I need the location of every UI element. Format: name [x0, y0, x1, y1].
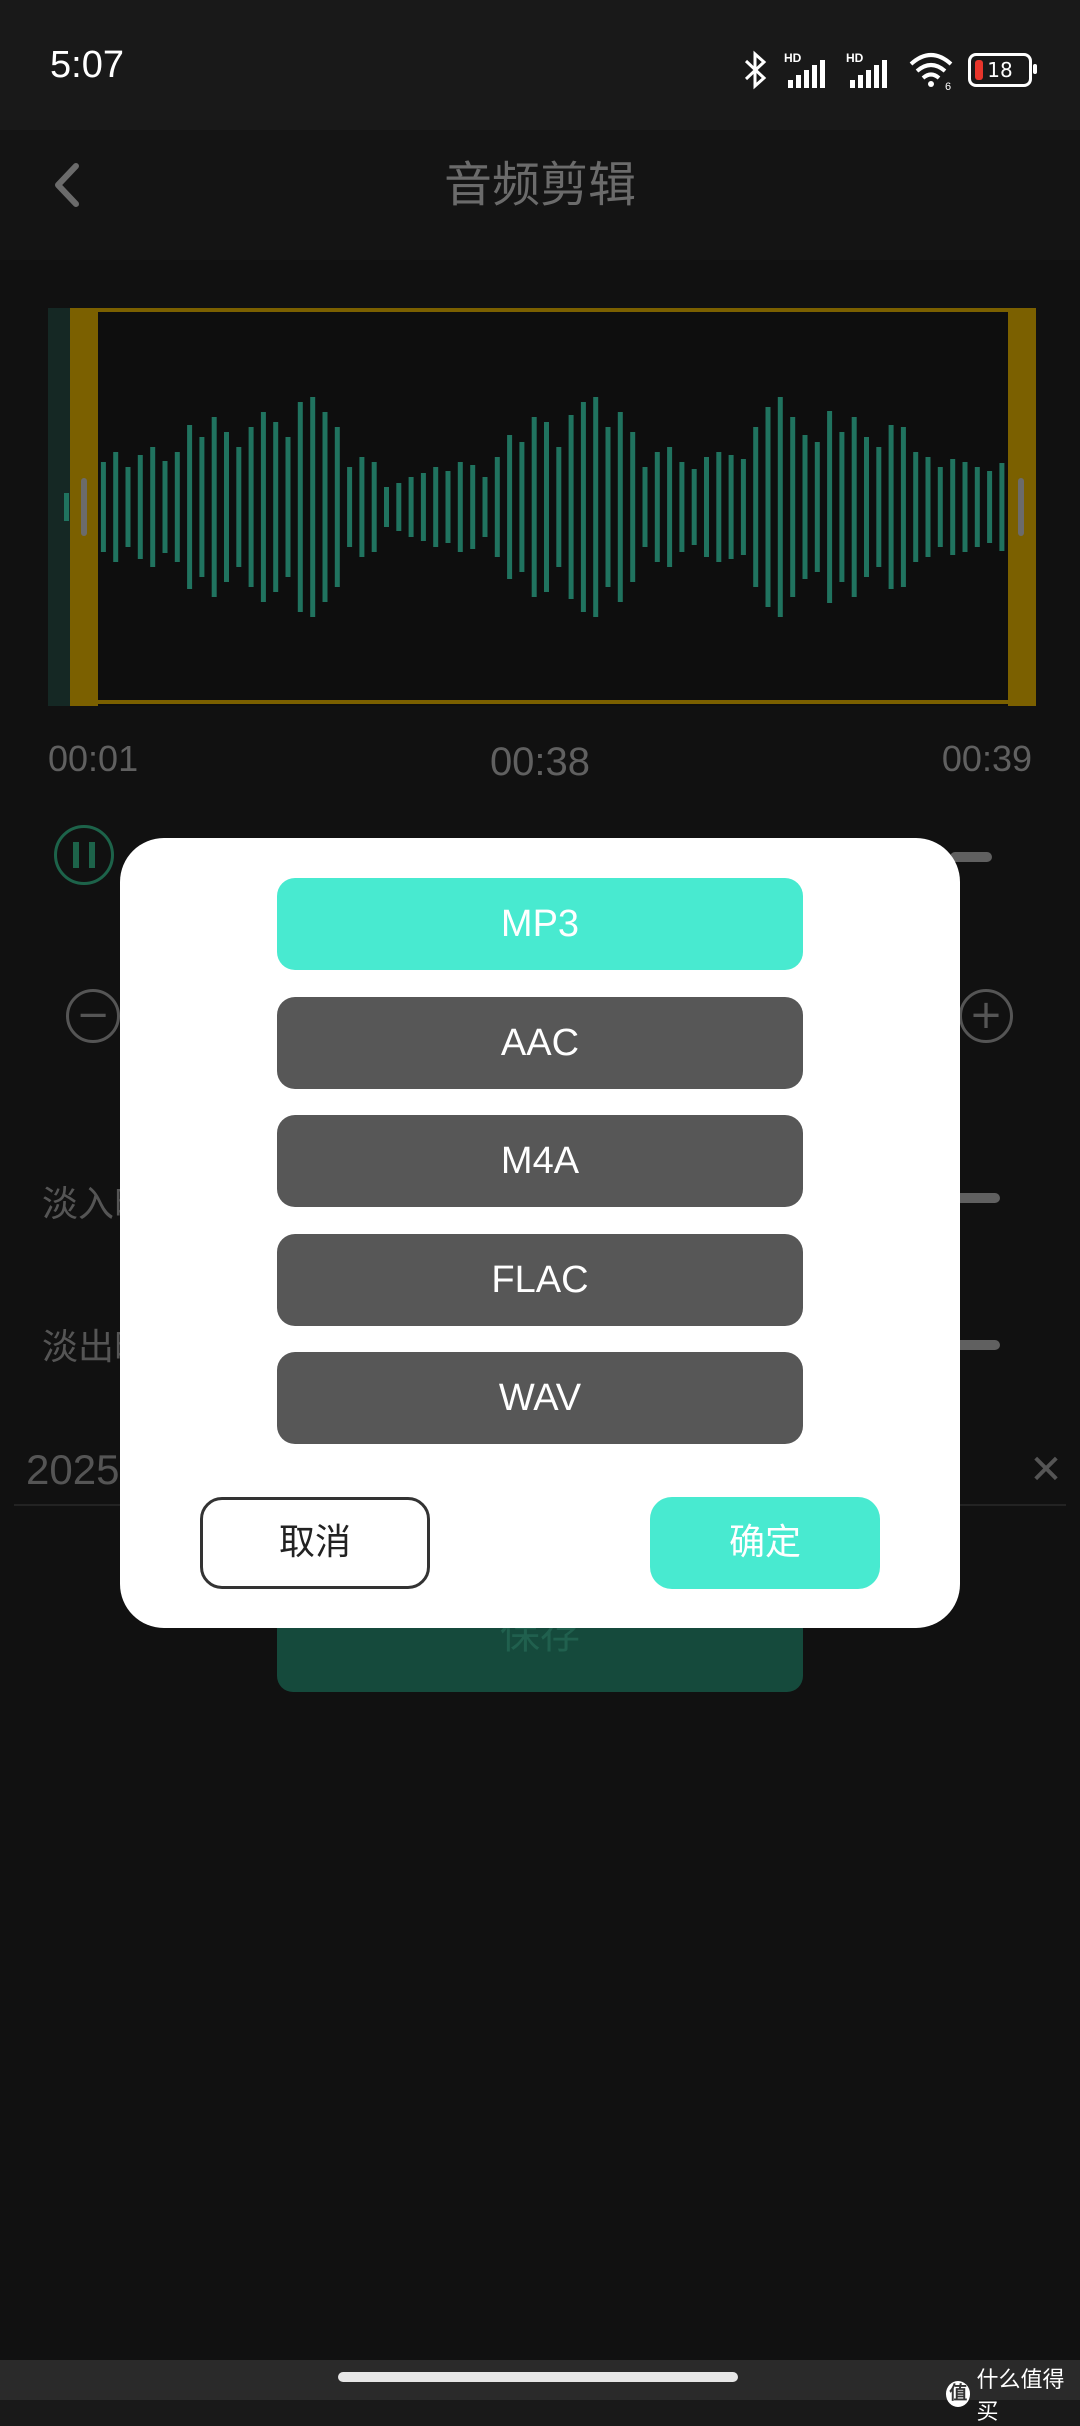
- watermark-text: 什么值得买: [976, 2368, 1065, 2425]
- svg-text:HD: HD: [784, 51, 802, 65]
- format-option-flac[interactable]: FLAC: [277, 1234, 803, 1326]
- svg-text:HD: HD: [846, 51, 864, 65]
- home-indicator[interactable]: [338, 2372, 738, 2382]
- watermark: 值 什么值得买: [946, 2362, 1080, 2426]
- battery-level: 18: [987, 58, 1013, 82]
- format-option-wav[interactable]: WAV: [277, 1352, 803, 1444]
- watermark-logo: 值: [946, 2381, 971, 2407]
- bluetooth-icon: [744, 50, 767, 90]
- hd-signal-icon: HD: [784, 51, 825, 88]
- status-time: 5:07: [50, 44, 124, 86]
- status-icons: HD HD 6 18: [740, 48, 1037, 92]
- format-option-aac[interactable]: AAC: [277, 997, 803, 1089]
- wifi-icon: 6: [909, 53, 953, 90]
- format-option-mp3[interactable]: MP3: [277, 878, 803, 970]
- svg-text:6: 6: [945, 81, 951, 90]
- format-option-m4a[interactable]: M4A: [277, 1115, 803, 1207]
- confirm-button[interactable]: 确定: [650, 1497, 880, 1589]
- hd-signal-icon: HD: [846, 51, 887, 88]
- cancel-button[interactable]: 取消: [200, 1497, 430, 1589]
- battery-icon: 18: [968, 53, 1037, 87]
